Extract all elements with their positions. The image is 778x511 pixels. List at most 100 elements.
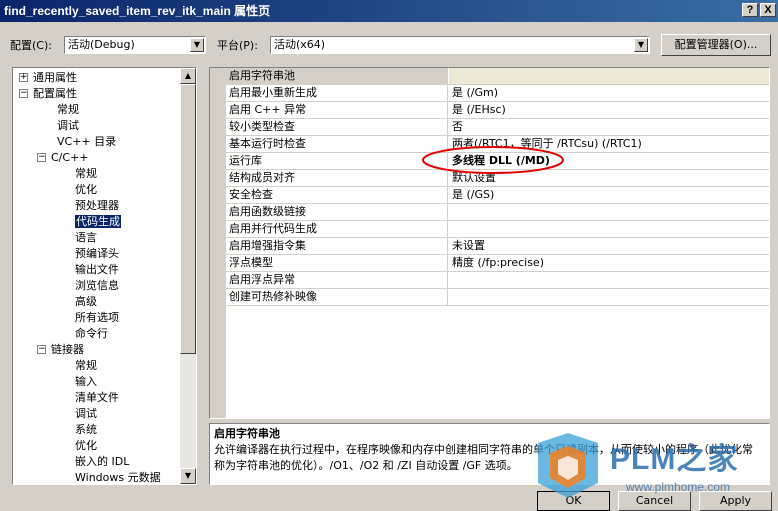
property-value[interactable]: 是 (/EHsc) <box>449 102 769 118</box>
help-button[interactable]: ? <box>742 3 758 17</box>
property-row[interactable]: 启用函数级链接 <box>226 204 769 221</box>
platform-select[interactable]: 活动(x64) ▼ <box>270 36 650 54</box>
property-name: 启用并行代码生成 <box>226 221 448 237</box>
close-button[interactable]: X <box>760 3 776 17</box>
tree-item[interactable]: 常规 <box>75 358 97 374</box>
tree-item-label: C/C++ <box>51 151 89 164</box>
scroll-up-icon[interactable]: ▲ <box>180 68 196 84</box>
tree-item[interactable]: Windows 元数据 <box>75 470 161 484</box>
property-value[interactable]: 是 (/Gm) <box>449 85 769 101</box>
tree-item[interactable]: 输入 <box>75 374 97 390</box>
tree-item-label: 预处理器 <box>75 199 119 212</box>
property-value[interactable]: 两者(/RTC1，等同于 /RTCsu) (/RTC1) <box>449 136 769 152</box>
tree-item[interactable]: 高级 <box>75 294 97 310</box>
scroll-down-icon[interactable]: ▼ <box>180 468 196 484</box>
tree-item-label: 调试 <box>57 119 79 132</box>
property-row[interactable]: 启用字符串池 <box>226 68 769 85</box>
property-row[interactable]: 浮点模型 精度 (/fp:precise) <box>226 255 769 272</box>
config-select[interactable]: 活动(Debug) ▼ <box>64 36 206 54</box>
property-value[interactable] <box>449 68 769 84</box>
tree-item-label: 输出文件 <box>75 263 119 276</box>
property-value[interactable] <box>449 289 769 305</box>
tree-item[interactable]: 命令行 <box>75 326 108 342</box>
tree-item[interactable]: 常规 <box>57 102 79 118</box>
tree-item-label: 预编译头 <box>75 247 119 260</box>
tree-expander-icon[interactable]: − <box>37 153 46 162</box>
config-value: 活动(Debug) <box>68 38 135 51</box>
property-name: 启用增强指令集 <box>226 238 448 254</box>
tree-expander-icon[interactable]: − <box>37 345 46 354</box>
property-value[interactable]: 否 <box>449 119 769 135</box>
property-name: 运行库 <box>226 153 448 169</box>
tree-item[interactable]: 预处理器 <box>75 198 119 214</box>
tree-item[interactable]: VC++ 目录 <box>57 134 116 150</box>
tree-item[interactable]: 语言 <box>75 230 97 246</box>
property-row[interactable]: 启用并行代码生成 <box>226 221 769 238</box>
tree-item-label: 代码生成 <box>75 215 121 228</box>
tree-item-label: 配置属性 <box>33 87 77 100</box>
tree-item[interactable]: C/C++ <box>51 150 89 166</box>
property-row[interactable]: 基本运行时检查 两者(/RTC1，等同于 /RTCsu) (/RTC1) <box>226 136 769 153</box>
property-name: 浮点模型 <box>226 255 448 271</box>
tree-item[interactable]: 优化 <box>75 182 97 198</box>
property-row[interactable]: 启用 C++ 异常是 (/EHsc) <box>226 102 769 119</box>
tree-item[interactable]: 调试 <box>75 406 97 422</box>
tree-scrollbar[interactable]: ▲ ▼ <box>180 68 196 484</box>
tree-item-label: 常规 <box>75 359 97 372</box>
tree-item-label: 通用属性 <box>33 71 77 84</box>
chevron-down-icon[interactable]: ▼ <box>634 38 648 52</box>
tree-item[interactable]: 系统 <box>75 422 97 438</box>
tree-item-label: 系统 <box>75 423 97 436</box>
tree-item[interactable]: 链接器 <box>51 342 84 358</box>
property-row[interactable]: 较小类型检查否 <box>226 119 769 136</box>
tree-item[interactable]: 配置属性 <box>33 86 77 102</box>
tree-item-label: 常规 <box>57 103 79 116</box>
tree-item[interactable]: 浏览信息 <box>75 278 119 294</box>
config-manager-button[interactable]: 配置管理器(O)... <box>661 34 771 56</box>
tree-item-label: 命令行 <box>75 327 108 340</box>
tree-item-label: 嵌入的 IDL <box>75 455 130 468</box>
property-value[interactable]: 多线程 DLL (/MD) <box>449 153 769 169</box>
platform-label: 平台(P): <box>217 39 258 52</box>
property-row[interactable]: 安全检查是 (/GS) <box>226 187 769 204</box>
property-value[interactable] <box>449 221 769 237</box>
property-row[interactable]: 结构成员对齐 默认设置 <box>226 170 769 187</box>
property-value[interactable]: 未设置 <box>449 238 769 254</box>
tree-item[interactable]: 常规 <box>75 166 97 182</box>
property-row[interactable]: 启用最小重新生成是 (/Gm) <box>226 85 769 102</box>
title-bar: find_recently_saved_item_rev_itk_main 属性… <box>0 0 778 22</box>
tree-expander-icon[interactable]: + <box>19 73 28 82</box>
tree-item[interactable]: 清单文件 <box>75 390 119 406</box>
tree-item[interactable]: 优化 <box>75 438 97 454</box>
property-value[interactable] <box>449 204 769 220</box>
tree-item[interactable]: 嵌入的 IDL <box>75 454 129 470</box>
property-row[interactable]: 启用增强指令集 未设置 <box>226 238 769 255</box>
tree-item[interactable]: 调试 <box>57 118 79 134</box>
property-row[interactable]: 启用浮点异常 <box>226 272 769 289</box>
property-value[interactable]: 是 (/GS) <box>449 187 769 203</box>
tree-item-label: 输入 <box>75 375 97 388</box>
plm-watermark: PLM之家 www.plmhome.com <box>528 428 778 511</box>
tree-item-label: 所有选项 <box>75 311 119 324</box>
chevron-down-icon[interactable]: ▼ <box>190 38 204 52</box>
property-value[interactable] <box>449 272 769 288</box>
tree-item-label: 链接器 <box>51 343 84 356</box>
tree-item-label: 常规 <box>75 167 97 180</box>
tree-item[interactable]: 通用属性 <box>33 70 77 86</box>
window-title: find_recently_saved_item_rev_itk_main 属性… <box>4 4 271 18</box>
property-row[interactable]: 运行库 多线程 DLL (/MD) <box>226 153 769 170</box>
property-row[interactable]: 创建可热修补映像 <box>226 289 769 306</box>
tree-item-label: 清单文件 <box>75 391 119 404</box>
property-value[interactable]: 精度 (/fp:precise) <box>449 255 769 271</box>
tree-item-label: 优化 <box>75 183 97 196</box>
watermark-brand: PLM之家 <box>610 443 739 476</box>
tree-expander-icon[interactable]: − <box>19 89 28 98</box>
scrollbar-thumb[interactable] <box>180 84 196 354</box>
tree-item[interactable]: 代码生成 <box>75 214 121 230</box>
property-name: 安全检查 <box>226 187 448 203</box>
property-value[interactable]: 默认设置 <box>449 170 769 186</box>
tree-item[interactable]: 所有选项 <box>75 310 119 326</box>
tree-item[interactable]: 预编译头 <box>75 246 119 262</box>
tree-item[interactable]: 输出文件 <box>75 262 119 278</box>
property-name: 启用 C++ 异常 <box>226 102 448 118</box>
